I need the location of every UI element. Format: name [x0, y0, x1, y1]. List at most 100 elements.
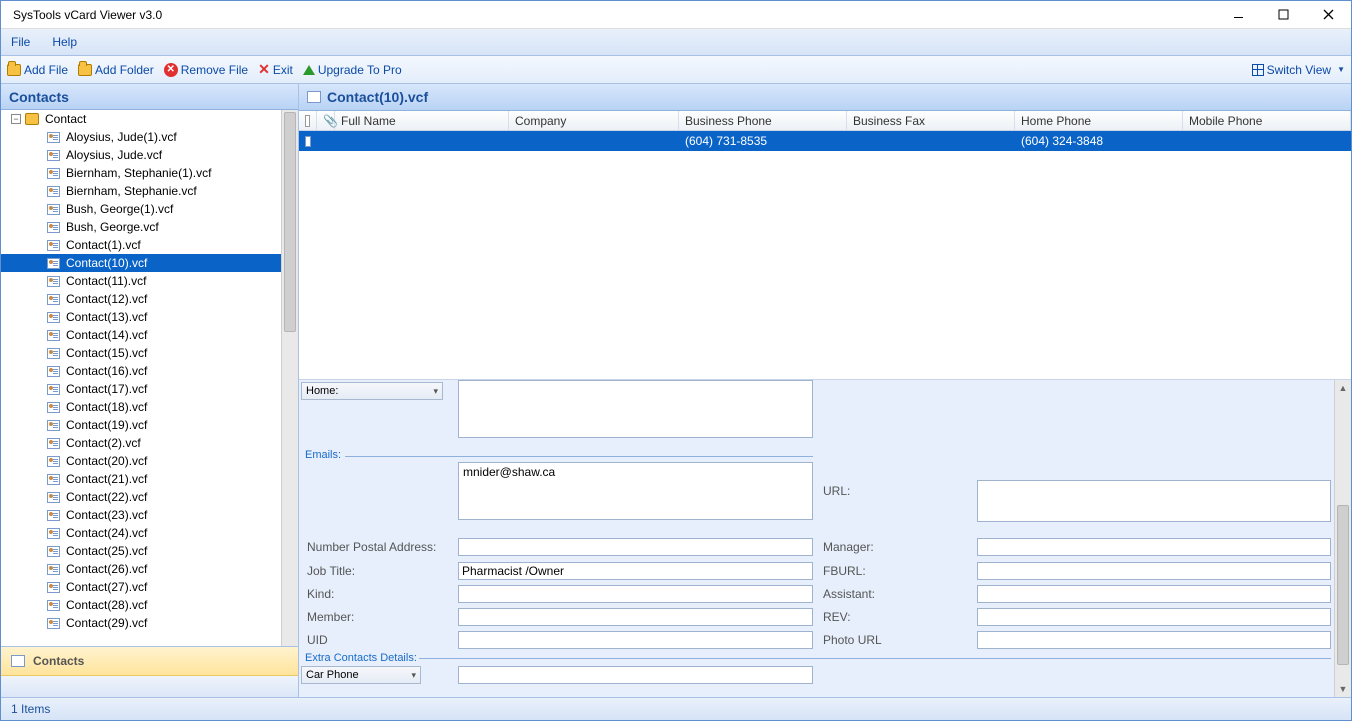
contact-card-icon: [47, 564, 60, 575]
rev-input[interactable]: [977, 608, 1331, 626]
nav-overflow-bar[interactable]: [1, 676, 298, 697]
contact-card-icon: [47, 474, 60, 485]
contact-card-icon: [305, 136, 311, 147]
url-textarea[interactable]: [977, 480, 1331, 522]
scrollbar-thumb[interactable]: [284, 112, 296, 332]
emails-section-label: Emails:: [305, 449, 341, 461]
switch-view-button[interactable]: Switch View▼: [1252, 63, 1345, 77]
contact-card-icon: [47, 222, 60, 233]
tree-item[interactable]: Contact(23).vcf: [1, 506, 281, 524]
assistant-label: Assistant:: [823, 587, 875, 601]
contact-card-icon: [47, 438, 60, 449]
contact-card-icon: [47, 294, 60, 305]
tree-item[interactable]: Contact(27).vcf: [1, 578, 281, 596]
tree-item-label: Bush, George(1).vcf: [64, 202, 175, 216]
tree-item[interactable]: Bush, George(1).vcf: [1, 200, 281, 218]
tree-item[interactable]: Contact(25).vcf: [1, 542, 281, 560]
statusbar: 1 Items: [1, 697, 1351, 720]
tree-item[interactable]: Contact(16).vcf: [1, 362, 281, 380]
tree-item-label: Contact(14).vcf: [64, 328, 149, 342]
scroll-down-icon[interactable]: ▼: [1335, 681, 1351, 697]
tree-item[interactable]: Contact(15).vcf: [1, 344, 281, 362]
col-company[interactable]: Company: [509, 111, 679, 130]
assistant-input[interactable]: [977, 585, 1331, 603]
col-full-name[interactable]: Full Name: [335, 111, 509, 130]
tree-root-folder[interactable]: −Contact: [1, 110, 281, 128]
tree-item[interactable]: Bush, George.vcf: [1, 218, 281, 236]
grid-body[interactable]: (604) 731-8535 (604) 324-3848: [299, 131, 1351, 379]
col-mobile-phone[interactable]: Mobile Phone: [1183, 111, 1351, 130]
address-type-select[interactable]: Home:▾: [301, 382, 443, 400]
details-scrollbar[interactable]: ▲ ▼: [1334, 380, 1351, 697]
tree-item[interactable]: Contact(22).vcf: [1, 488, 281, 506]
emails-textarea[interactable]: mnider@shaw.ca: [458, 462, 813, 520]
col-business-fax[interactable]: Business Fax: [847, 111, 1015, 130]
add-file-button[interactable]: Add File: [7, 63, 68, 77]
member-input[interactable]: [458, 608, 813, 626]
extra-type-select[interactable]: Car Phone▾: [301, 666, 421, 684]
grid-row[interactable]: (604) 731-8535 (604) 324-3848: [299, 131, 1351, 151]
tree-item[interactable]: Contact(12).vcf: [1, 290, 281, 308]
tree-item[interactable]: Contact(19).vcf: [1, 416, 281, 434]
tree-item[interactable]: Contact(29).vcf: [1, 614, 281, 632]
col-home-phone[interactable]: Home Phone: [1015, 111, 1183, 130]
scroll-up-icon[interactable]: ▲: [1335, 380, 1351, 396]
tree-item[interactable]: Contact(1).vcf: [1, 236, 281, 254]
manager-label: Manager:: [823, 540, 874, 554]
col-icon[interactable]: [299, 111, 317, 130]
address-textarea[interactable]: [458, 380, 813, 438]
tree-item[interactable]: Biernham, Stephanie.vcf: [1, 182, 281, 200]
tree-item[interactable]: Contact(13).vcf: [1, 308, 281, 326]
tree-item[interactable]: Contact(14).vcf: [1, 326, 281, 344]
col-attachment[interactable]: 📎: [317, 111, 335, 130]
menu-file[interactable]: File: [11, 35, 30, 49]
tree-item[interactable]: Contact(20).vcf: [1, 452, 281, 470]
tree-item[interactable]: Contact(17).vcf: [1, 380, 281, 398]
tree-item[interactable]: Aloysius, Jude.vcf: [1, 146, 281, 164]
tree-item[interactable]: Aloysius, Jude(1).vcf: [1, 128, 281, 146]
extra-value-input[interactable]: [458, 666, 813, 684]
tree-item-label: Contact(12).vcf: [64, 292, 149, 306]
sidebar-scrollbar[interactable]: [281, 110, 298, 646]
grid-header: 📎 Full Name Company Business Phone Busin…: [299, 111, 1351, 131]
tree-item[interactable]: Contact(28).vcf: [1, 596, 281, 614]
tree-item-label: Contact(21).vcf: [64, 472, 149, 486]
scrollbar-thumb[interactable]: [1337, 505, 1349, 665]
member-label: Member:: [307, 610, 354, 624]
contact-tree[interactable]: −ContactAloysius, Jude(1).vcfAloysius, J…: [1, 110, 281, 646]
tree-item[interactable]: Contact(11).vcf: [1, 272, 281, 290]
upgrade-button[interactable]: Upgrade To Pro: [303, 63, 402, 77]
manager-input[interactable]: [977, 538, 1331, 556]
photo-url-input[interactable]: [977, 631, 1331, 649]
col-business-phone[interactable]: Business Phone: [679, 111, 847, 130]
num-postal-input[interactable]: [458, 538, 813, 556]
uid-input[interactable]: [458, 631, 813, 649]
tree-item[interactable]: Biernham, Stephanie(1).vcf: [1, 164, 281, 182]
minimize-button[interactable]: [1216, 1, 1261, 29]
close-button[interactable]: [1306, 1, 1351, 29]
fburl-input[interactable]: [977, 562, 1331, 580]
kind-input[interactable]: [458, 585, 813, 603]
details-content[interactable]: Home:▾ Emails: mnider@shaw.ca URL: Numbe…: [299, 380, 1334, 697]
maximize-button[interactable]: [1261, 1, 1306, 29]
tree-item[interactable]: Contact(2).vcf: [1, 434, 281, 452]
job-title-label: Job Title:: [307, 564, 355, 578]
menu-help[interactable]: Help: [52, 35, 77, 49]
job-title-input[interactable]: Pharmacist /Owner: [458, 562, 813, 580]
tree-item[interactable]: Contact(21).vcf: [1, 470, 281, 488]
tree-item-label: Contact(18).vcf: [64, 400, 149, 414]
add-folder-button[interactable]: Add Folder: [78, 63, 154, 77]
exit-button[interactable]: ✕Exit: [258, 61, 293, 78]
remove-file-button[interactable]: ✕Remove File: [164, 63, 248, 77]
tree-item-label: Contact(25).vcf: [64, 544, 149, 558]
contact-card-icon: [47, 240, 60, 251]
collapse-icon[interactable]: −: [11, 114, 21, 124]
tree-item[interactable]: Contact(18).vcf: [1, 398, 281, 416]
contact-card-icon: [47, 528, 60, 539]
tree-item-label: Contact(15).vcf: [64, 346, 149, 360]
tree-item[interactable]: Contact(10).vcf: [1, 254, 281, 272]
nav-contacts[interactable]: Contacts: [1, 647, 298, 676]
tree-item[interactable]: Contact(24).vcf: [1, 524, 281, 542]
tree-item-label: Contact(28).vcf: [64, 598, 149, 612]
tree-item[interactable]: Contact(26).vcf: [1, 560, 281, 578]
